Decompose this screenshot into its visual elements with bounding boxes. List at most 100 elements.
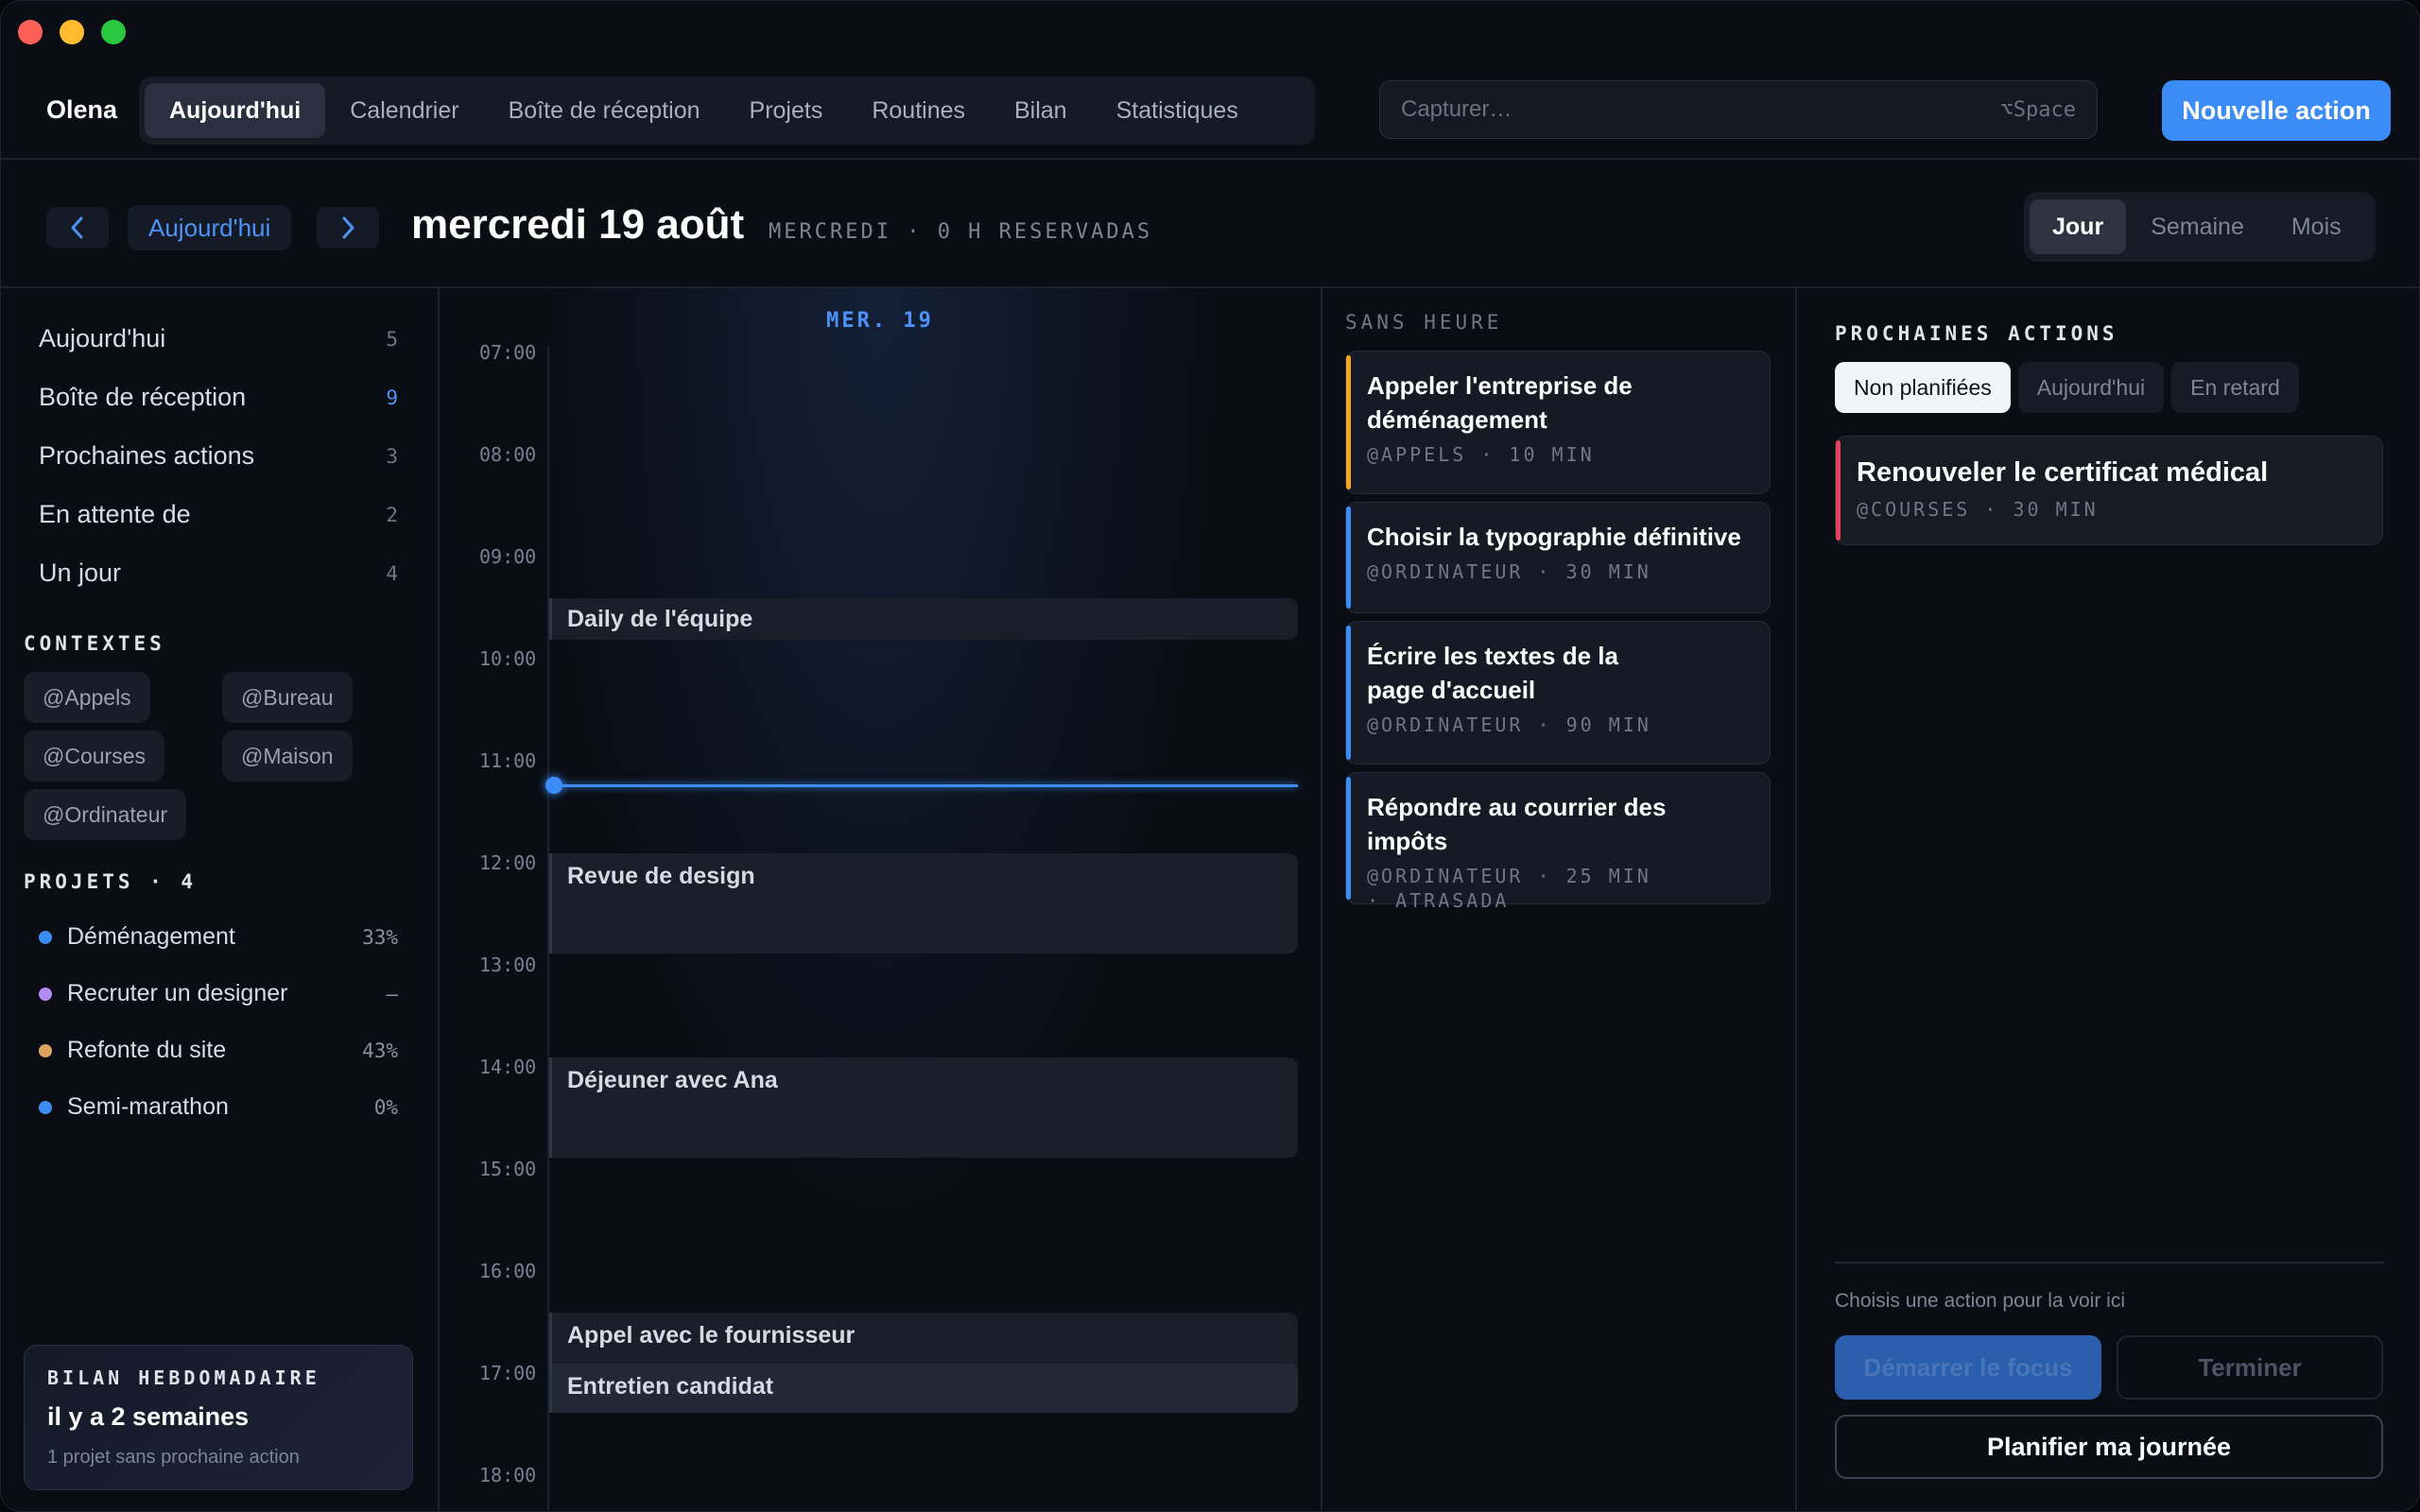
next-action-card[interactable]: Renouveler le certificat médical @COURSE… <box>1835 436 2383 545</box>
context-chip[interactable]: @Maison <box>222 730 353 782</box>
date-subtitle: MERCREDI · 0 H RESERVADAS <box>769 220 1153 244</box>
sidebar-item-next-actions[interactable]: Prochaines actions 3 <box>39 441 398 471</box>
task-meta: @APPELS · 10 MIN <box>1367 443 1595 466</box>
tab-review[interactable]: Bilan <box>990 83 1092 138</box>
task-title: Choisir la typographie définitive <box>1367 523 1741 551</box>
context-chip[interactable]: @Appels <box>24 672 150 723</box>
context-chip[interactable]: @Courses <box>24 730 164 782</box>
context-chip[interactable]: @Ordinateur <box>24 789 187 840</box>
day-calendar: MER. 19 07:00 08:00 09:00 10:00 11:00 12… <box>440 288 1321 1511</box>
view-switcher: Jour Semaine Mois <box>2024 192 2376 262</box>
plan-day-button[interactable]: Planifier ma journée <box>1835 1415 2383 1479</box>
tab-projects[interactable]: Projets <box>725 83 848 138</box>
view-month[interactable]: Mois <box>2269 199 2364 254</box>
new-action-button[interactable]: Nouvelle action <box>2162 80 2391 141</box>
project-item[interactable]: Semi-marathon 0% <box>39 1093 398 1121</box>
zoom-window-button[interactable] <box>101 20 126 44</box>
task-card[interactable]: Répondre au courrier des impôts @ORDINAT… <box>1345 772 1771 912</box>
sidebar-item-count: 3 <box>386 444 398 468</box>
task-card[interactable]: Choisir la typographie définitive @ORDIN… <box>1345 502 1771 613</box>
project-progress: — <box>386 982 398 1005</box>
weekly-review-note: 1 projet sans prochaine action <box>47 1447 300 1468</box>
task-meta: @ORDINATEUR · 90 MIN <box>1367 713 1651 736</box>
user-name: Olena <box>46 95 118 124</box>
hour-label: 17:00 <box>479 1362 537 1384</box>
day-column-label: MER. 19 <box>826 309 934 333</box>
divider <box>1835 1262 2383 1263</box>
tab-calendar[interactable]: Calendrier <box>325 83 483 138</box>
task-meta: @ORDINATEUR · 25 MIN · ATRASADA <box>1367 865 1651 912</box>
current-time-dot <box>545 777 562 794</box>
task-card[interactable]: Écrire les textes de la page d'accueil @… <box>1345 621 1771 765</box>
calendar-event[interactable]: Entretien candidat <box>549 1364 1298 1413</box>
next-actions-filter: Non planifiées Aujourd'hui En retard <box>1835 362 2299 413</box>
project-name: Déménagement <box>67 923 235 950</box>
next-day-button[interactable] <box>317 207 379 249</box>
context-chip[interactable]: @Bureau <box>222 672 353 723</box>
sidebar-item-label: En attente de <box>39 500 191 528</box>
minimize-window-button[interactable] <box>60 20 84 44</box>
project-name: Recruter un designer <box>67 980 288 1006</box>
filter-today[interactable]: Aujourd'hui <box>2017 362 2165 413</box>
hour-label: 12:00 <box>479 851 537 874</box>
project-progress: 33% <box>362 925 398 949</box>
tab-inbox[interactable]: Boîte de réception <box>484 83 725 138</box>
sidebar-item-waiting[interactable]: En attente de 2 <box>39 500 398 529</box>
sidebar-item-count: 4 <box>386 561 398 585</box>
project-item[interactable]: Refonte du site 43% <box>39 1037 398 1064</box>
tab-stats[interactable]: Statistiques <box>1092 83 1263 138</box>
finish-button[interactable]: Terminer <box>2117 1335 2383 1400</box>
projects-heading: PROJETS · 4 <box>24 870 198 893</box>
task-card[interactable]: Appeler l'entreprise de déménagement @AP… <box>1345 351 1771 494</box>
project-item[interactable]: Recruter un designer — <box>39 980 398 1007</box>
weekly-review-card[interactable]: BILAN HEBDOMADAIRE il y a 2 semaines 1 p… <box>24 1345 413 1490</box>
tab-routines[interactable]: Routines <box>847 83 990 138</box>
next-action-meta: @COURSES · 30 MIN <box>1857 498 2099 521</box>
hour-label: 18:00 <box>479 1464 537 1486</box>
calendar-event[interactable]: Revue de design <box>549 853 1298 954</box>
page-title: mercredi 19 août <box>411 201 745 248</box>
task-title: Écrire les textes de la page d'accueil <box>1367 642 1618 704</box>
project-color-dot <box>39 1100 52 1114</box>
date-header: Aujourd'hui mercredi 19 août MERCREDI · … <box>1 158 2419 286</box>
project-name: Semi-marathon <box>67 1093 229 1120</box>
filter-overdue[interactable]: En retard <box>2171 362 2299 413</box>
start-focus-button[interactable]: Démarrer le focus <box>1835 1335 2101 1400</box>
today-button[interactable]: Aujourd'hui <box>128 205 292 250</box>
previous-day-button[interactable] <box>46 207 109 249</box>
hour-label: 08:00 <box>479 443 537 466</box>
sidebar-item-label: Prochaines actions <box>39 441 255 470</box>
sidebar-item-inbox[interactable]: Boîte de réception 9 <box>39 383 398 412</box>
project-name: Refonte du site <box>67 1037 227 1063</box>
next-actions-heading: PROCHAINES ACTIONS <box>1835 322 2118 345</box>
project-item[interactable]: Déménagement 33% <box>39 923 398 951</box>
contexts-heading: CONTEXTES <box>24 632 165 655</box>
view-day[interactable]: Jour <box>2030 199 2127 254</box>
hour-label: 14:00 <box>479 1056 537 1078</box>
project-color-dot <box>39 930 52 944</box>
sidebar-item-count: 5 <box>386 327 398 351</box>
calendar-event[interactable]: Déjeuner avec Ana <box>549 1057 1298 1158</box>
tab-today[interactable]: Aujourd'hui <box>145 83 326 138</box>
current-time-line <box>553 784 1298 787</box>
app-window: Olena Aujourd'hui Calendrier Boîte de ré… <box>0 0 2420 1512</box>
view-week[interactable]: Semaine <box>2128 199 2267 254</box>
close-window-button[interactable] <box>18 20 43 44</box>
weekly-review-when: il y a 2 semaines <box>47 1402 250 1431</box>
capture-field[interactable]: ⌥Space <box>1379 80 2098 139</box>
sidebar-item-someday[interactable]: Un jour 4 <box>39 558 398 588</box>
hour-label: 07:00 <box>479 341 537 364</box>
task-title: Appeler l'entreprise de déménagement <box>1367 371 1633 434</box>
filter-unscheduled[interactable]: Non planifiées <box>1835 362 2011 413</box>
hour-label: 11:00 <box>479 749 537 772</box>
top-bar: Olena Aujourd'hui Calendrier Boîte de ré… <box>1 77 2419 162</box>
sidebar-item-today[interactable]: Aujourd'hui 5 <box>39 324 398 353</box>
hour-label: 15:00 <box>479 1158 537 1180</box>
sidebar-item-label: Boîte de réception <box>39 383 247 411</box>
main-nav: Aujourd'hui Calendrier Boîte de réceptio… <box>139 77 1315 145</box>
calendar-event[interactable]: Daily de l'équipe <box>549 598 1298 640</box>
unscheduled-heading: SANS HEURE <box>1345 311 1503 334</box>
next-action-title: Renouveler le certificat médical <box>1857 457 2269 488</box>
project-color-dot <box>39 1043 52 1057</box>
capture-input[interactable] <box>1401 96 1930 123</box>
